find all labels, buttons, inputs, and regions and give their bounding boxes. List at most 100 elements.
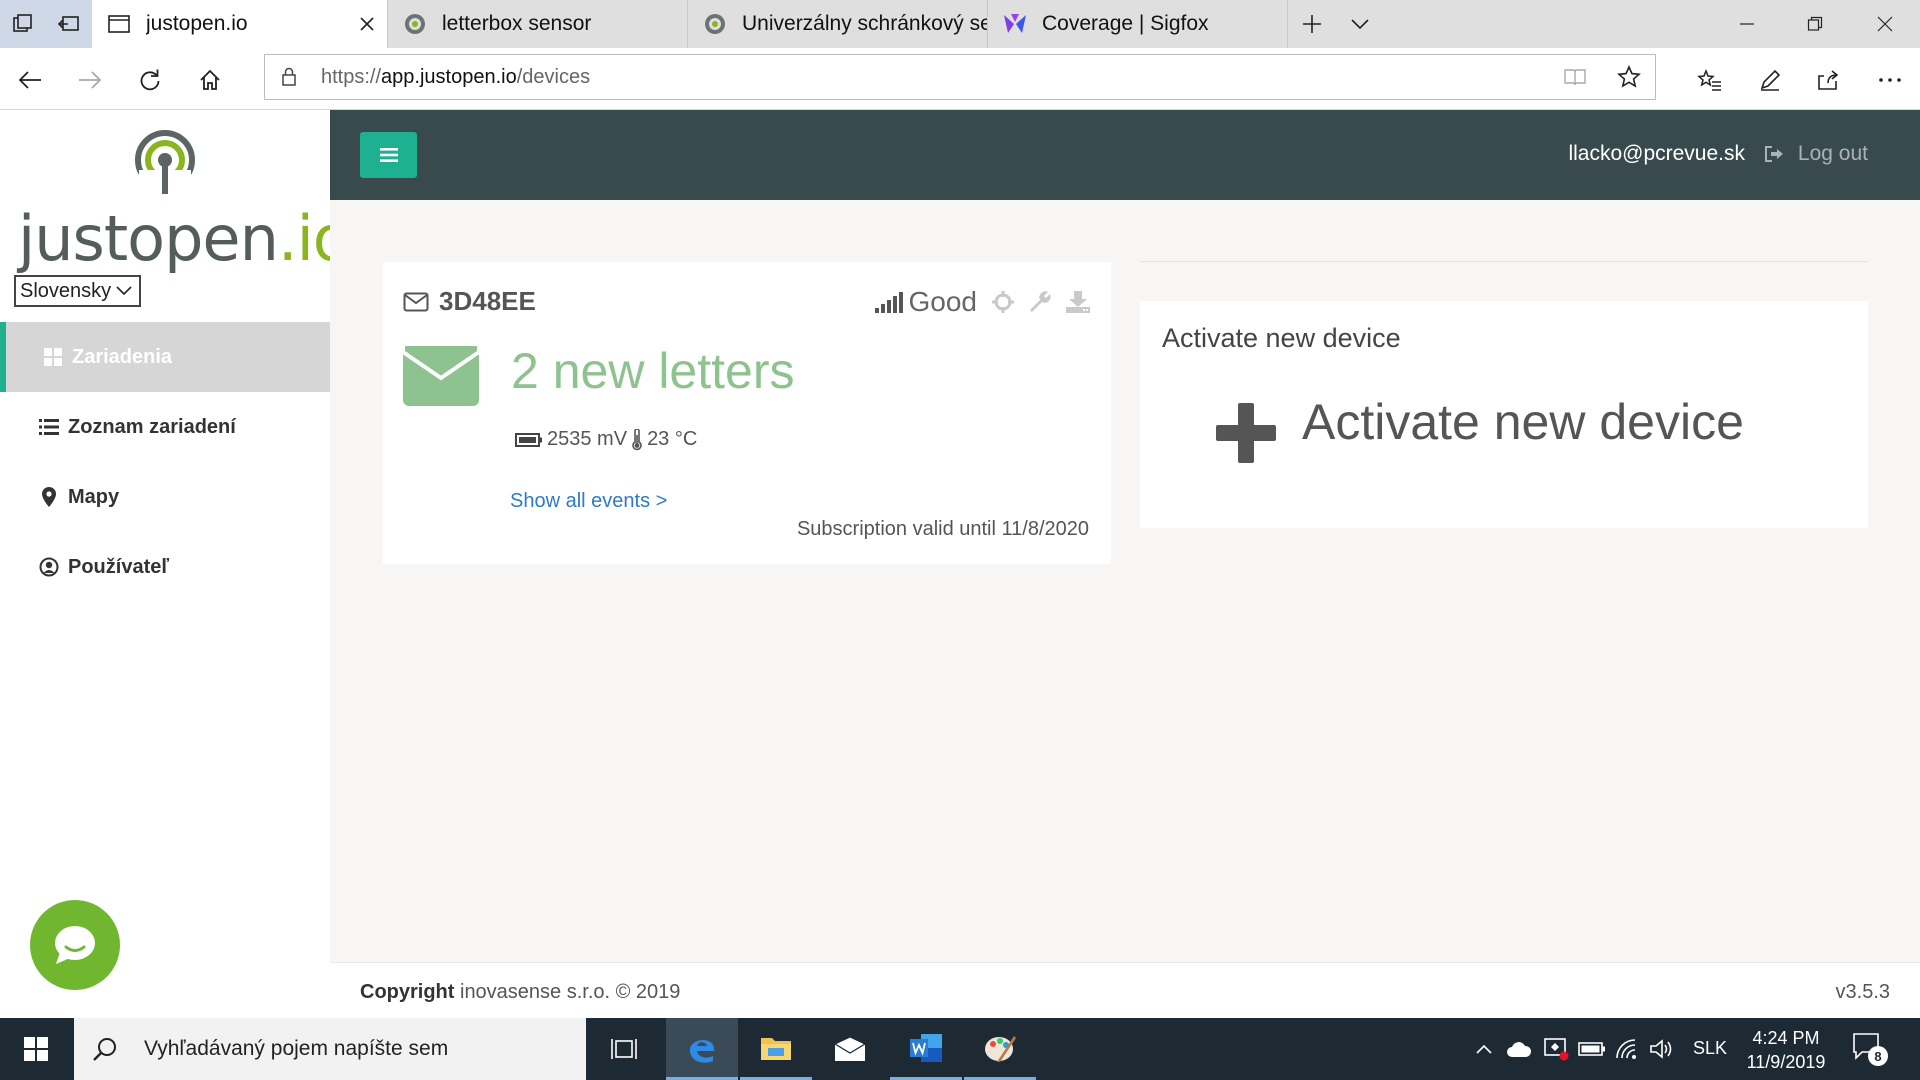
home-icon[interactable] [190, 60, 230, 100]
logo-antenna-icon [135, 130, 195, 196]
reading-view-icon[interactable] [1553, 55, 1597, 99]
envelope-outline-icon [403, 290, 431, 314]
new-tab-icon[interactable] [1288, 0, 1336, 48]
justopen-favicon-icon [402, 11, 428, 37]
chevron-up-icon[interactable] [1470, 1036, 1498, 1062]
copyright-text: Copyright inovasense s.r.o. © 2019 [360, 981, 681, 1003]
new-letters-count: 2 new letters [511, 343, 795, 399]
close-window-icon[interactable] [1850, 0, 1920, 48]
onedrive-cloud-icon[interactable] [1505, 1036, 1533, 1062]
signal-strength-icon [874, 291, 903, 313]
list-icon [38, 416, 60, 438]
word-icon[interactable] [890, 1018, 962, 1080]
sidebar-item-label: Zariadenia [72, 345, 173, 368]
web-notes-pen-icon[interactable] [1750, 60, 1790, 100]
browser-tab-bar: justopen.io letterbox sensor Univerzálny… [0, 0, 1920, 48]
tab-sigfox-coverage[interactable]: Coverage | Sigfox [988, 0, 1288, 48]
task-view-icon[interactable] [588, 1018, 660, 1080]
minimize-icon[interactable] [1712, 0, 1782, 48]
download-icon[interactable] [1065, 290, 1091, 314]
settings-wrench-icon[interactable] [1027, 289, 1053, 315]
notification-count-badge: 8 [1868, 1046, 1888, 1066]
chat-bubble-icon [55, 926, 95, 964]
tab-actions-icon[interactable] [0, 0, 46, 48]
tab-title: justopen.io [146, 12, 248, 35]
sidebar-item-mapy[interactable]: Mapy [0, 462, 330, 532]
lock-icon[interactable] [265, 67, 313, 87]
device-card: 3D48EE Good 2 new letters 2535 mV 23 °C … [383, 262, 1111, 564]
share-icon[interactable] [1808, 60, 1848, 100]
security-alert-icon[interactable] [1542, 1036, 1570, 1062]
language-select[interactable]: Slovensky [14, 275, 141, 307]
tab-justopen[interactable]: justopen.io [92, 0, 388, 48]
sidebar-item-label: Mapy [68, 485, 120, 508]
search-placeholder: Vyhľadávaný pojem napíšte sem [144, 1037, 449, 1060]
subscription-info: Subscription valid until 11/8/2020 [796, 518, 1089, 540]
activate-new-device-button[interactable]: Activate new device [1302, 393, 1744, 451]
grid-icon [42, 346, 64, 368]
justopen-favicon-icon [702, 11, 728, 37]
main-content: 3D48EE Good 2 new letters 2535 mV 23 °C … [330, 200, 1920, 962]
map-pin-icon [38, 486, 60, 508]
forward-icon[interactable] [70, 60, 110, 100]
device-toolbar: Good [874, 286, 1092, 318]
version-label: v3.5.3 [1835, 981, 1890, 1003]
paint-3d-icon[interactable] [964, 1018, 1036, 1080]
action-center-icon[interactable]: 8 [1852, 1032, 1892, 1068]
favorites-hub-icon[interactable] [1690, 60, 1730, 100]
more-dots-icon[interactable] [1870, 60, 1910, 100]
logo-wordmark: justopen.io [18, 202, 351, 275]
sidebar-item-zariadenia[interactable]: Zariadenia [0, 322, 330, 392]
tab-title: letterbox sensor [442, 12, 592, 35]
hamburger-menu-button[interactable] [360, 132, 417, 178]
address-bar[interactable]: https://app.justopen.io/devices [264, 54, 1656, 100]
clock[interactable]: 4:24 PM 11/9/2019 [1736, 1026, 1836, 1074]
restore-icon[interactable] [1780, 0, 1850, 48]
back-icon[interactable] [10, 60, 50, 100]
show-all-events-link[interactable]: Show all events > [510, 490, 667, 513]
tab-letterbox-sensor[interactable]: letterbox sensor [388, 0, 688, 48]
tab-title: Univerzálny schránkový sen [742, 12, 987, 35]
chevron-down-icon [115, 281, 133, 305]
envelope-icon [401, 342, 481, 411]
mail-icon[interactable] [814, 1018, 886, 1080]
plus-icon[interactable] [1216, 403, 1276, 463]
tab-univerzalny[interactable]: Univerzálny schránkový sen [688, 0, 988, 48]
wifi-icon[interactable] [1614, 1036, 1642, 1062]
sigfox-favicon-icon [1002, 11, 1028, 37]
refresh-icon[interactable] [130, 60, 170, 100]
hamburger-icon [379, 148, 398, 162]
device-id: 3D48EE [439, 286, 536, 316]
app-footer: Copyright inovasense s.r.o. © 2019 v3.5.… [330, 962, 1920, 1018]
logout-link[interactable]: Log out [1764, 142, 1868, 166]
windows-start-icon[interactable] [0, 1018, 72, 1080]
sidebar-item-label: Zoznam zariadení [68, 415, 236, 438]
tab-list-chevron-icon[interactable] [1336, 0, 1384, 48]
locate-crosshair-icon[interactable] [991, 290, 1015, 314]
language-value: Slovensky [20, 279, 112, 302]
device-header: 3D48EE [403, 286, 536, 317]
file-explorer-icon[interactable] [740, 1018, 812, 1080]
sidebar-item-label: Používateľ [68, 555, 170, 578]
thermometer-icon [631, 428, 643, 451]
clock-date: 11/9/2019 [1746, 1052, 1826, 1072]
favorite-star-icon[interactable] [1607, 55, 1651, 99]
sidebar-item-pouzivatel[interactable]: Používateľ [0, 532, 330, 602]
justopen-logo[interactable]: justopen.io [0, 120, 351, 275]
volume-icon[interactable] [1648, 1036, 1676, 1062]
divider [1140, 261, 1868, 262]
set-aside-tabs-icon[interactable] [46, 0, 92, 48]
edge-browser-icon[interactable] [666, 1018, 738, 1080]
activate-device-card: Activate new device Activate new device [1140, 301, 1868, 528]
app-sidebar: justopen.io Slovensky Zariadenia Zoznam … [0, 110, 351, 1018]
taskbar-search[interactable]: Vyhľadávaný pojem napíšte sem [74, 1018, 586, 1080]
battery-tray-icon[interactable] [1578, 1036, 1606, 1062]
app-header: llacko@pcrevue.sk Log out [330, 110, 1920, 200]
tab-title: Coverage | Sigfox [1042, 12, 1209, 35]
activate-card-title: Activate new device [1162, 323, 1401, 353]
sidebar-item-zoznam-zariadeni[interactable]: Zoznam zariadení [0, 392, 330, 462]
input-language-indicator[interactable]: SLK [1693, 1038, 1727, 1059]
chat-widget-button[interactable] [30, 900, 120, 990]
logout-label: Log out [1797, 142, 1868, 165]
close-tab-icon[interactable] [347, 16, 387, 32]
